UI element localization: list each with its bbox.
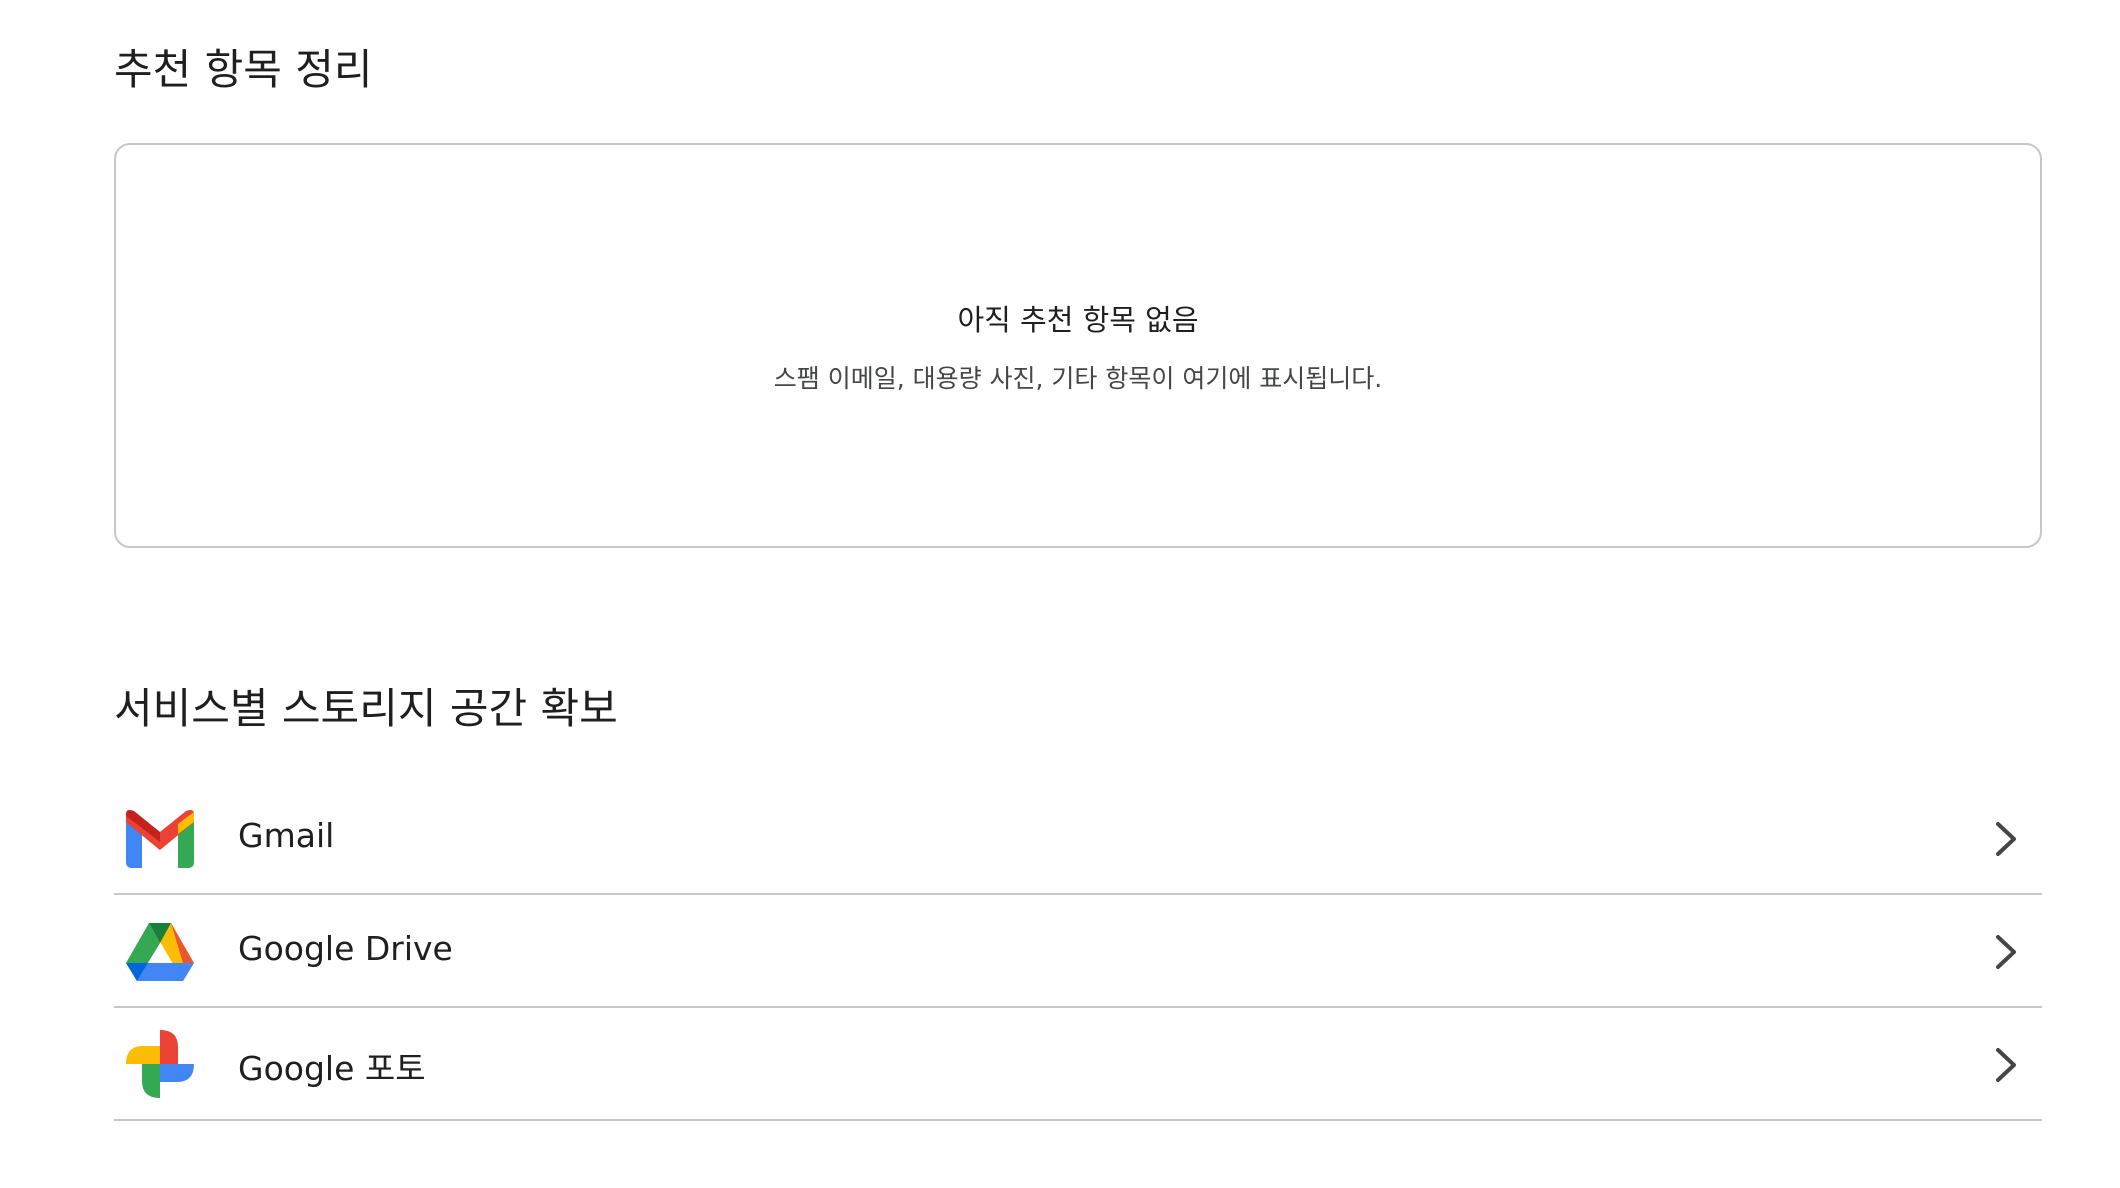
service-label-google-drive: Google Drive	[238, 929, 453, 968]
chevron-right-icon	[1990, 933, 2022, 971]
service-label-google-photos: Google 포토	[238, 1049, 426, 1088]
recommendations-title: 추천 항목 정리	[114, 45, 373, 94]
gmail-icon	[126, 810, 194, 868]
empty-state-title: 아직 추천 항목 없음	[957, 303, 1199, 337]
service-row-google-photos[interactable]: Google 포토	[114, 1008, 2042, 1121]
service-list: Gmail Google Drive Google 포토	[114, 782, 2042, 1121]
recommendations-empty-card: 아직 추천 항목 없음 스팸 이메일, 대용량 사진, 기타 항목이 여기에 표…	[114, 143, 2042, 548]
service-row-google-drive[interactable]: Google Drive	[114, 895, 2042, 1008]
chevron-right-icon	[1990, 1046, 2022, 1084]
google-photos-icon	[126, 1030, 194, 1098]
service-label-gmail: Gmail	[238, 816, 335, 855]
services-title: 서비스별 스토리지 공간 확보	[114, 684, 618, 733]
google-drive-icon	[126, 923, 194, 981]
empty-state-description: 스팸 이메일, 대용량 사진, 기타 항목이 여기에 표시됩니다.	[773, 364, 1383, 393]
service-row-gmail[interactable]: Gmail	[114, 782, 2042, 895]
chevron-right-icon	[1990, 820, 2022, 858]
